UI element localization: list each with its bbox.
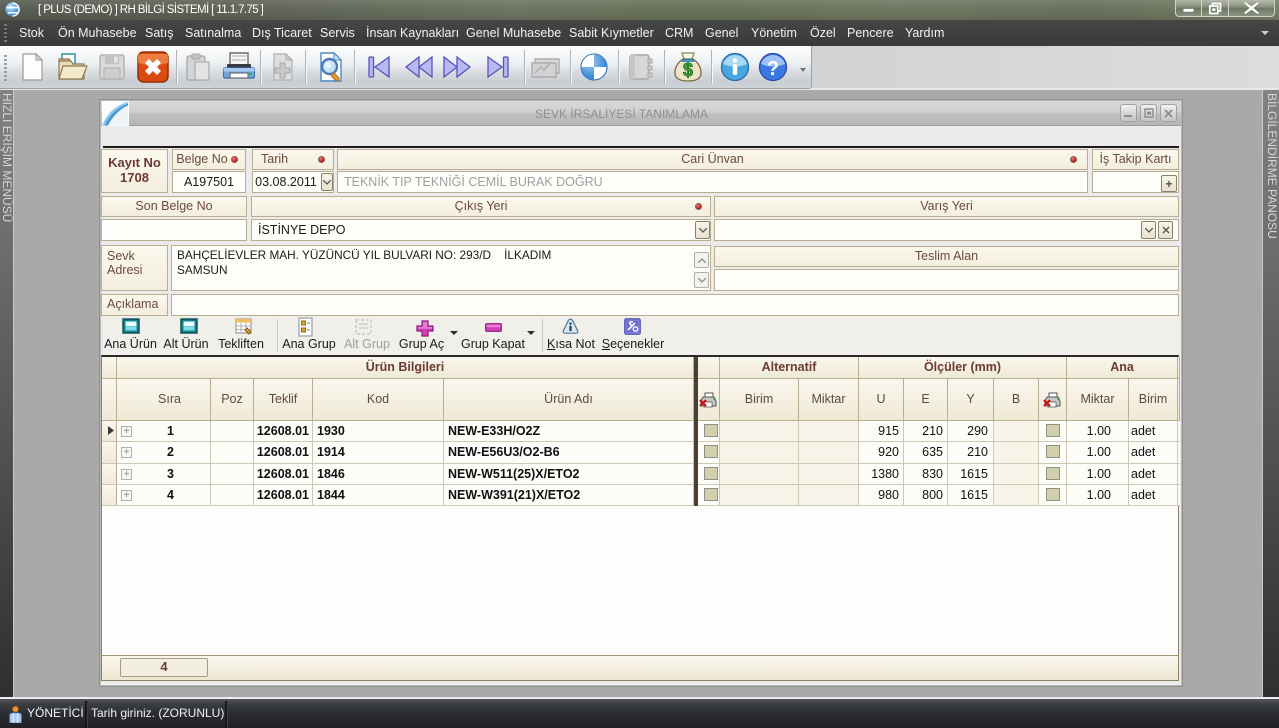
svg-text:?: ? xyxy=(767,58,779,80)
svg-text:$: $ xyxy=(683,60,693,80)
